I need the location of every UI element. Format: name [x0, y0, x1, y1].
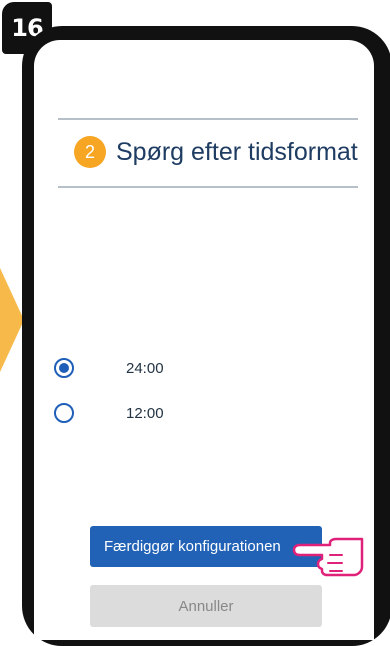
step-header: 2 Spørg efter tidsformat [74, 136, 358, 168]
finish-configuration-button[interactable]: Færdiggør konfigurationen [90, 526, 322, 567]
page-title: Spørg efter tidsformat [116, 137, 358, 166]
radio-selected-dot [59, 363, 69, 373]
option-12h[interactable]: 12:00 [54, 403, 164, 423]
radio-24h[interactable] [54, 358, 74, 378]
pointing-hand-icon [292, 537, 364, 577]
option-24h[interactable]: 24:00 [54, 358, 164, 378]
option-label-24h: 24:00 [126, 359, 164, 377]
arrow-right-icon [0, 268, 24, 372]
option-label-12h: 12:00 [126, 404, 164, 422]
cancel-button[interactable]: Annuller [90, 585, 322, 627]
step-number-badge: 2 [74, 136, 106, 168]
radio-12h[interactable] [54, 403, 74, 423]
divider-bottom [58, 186, 358, 188]
divider-top [58, 118, 358, 120]
